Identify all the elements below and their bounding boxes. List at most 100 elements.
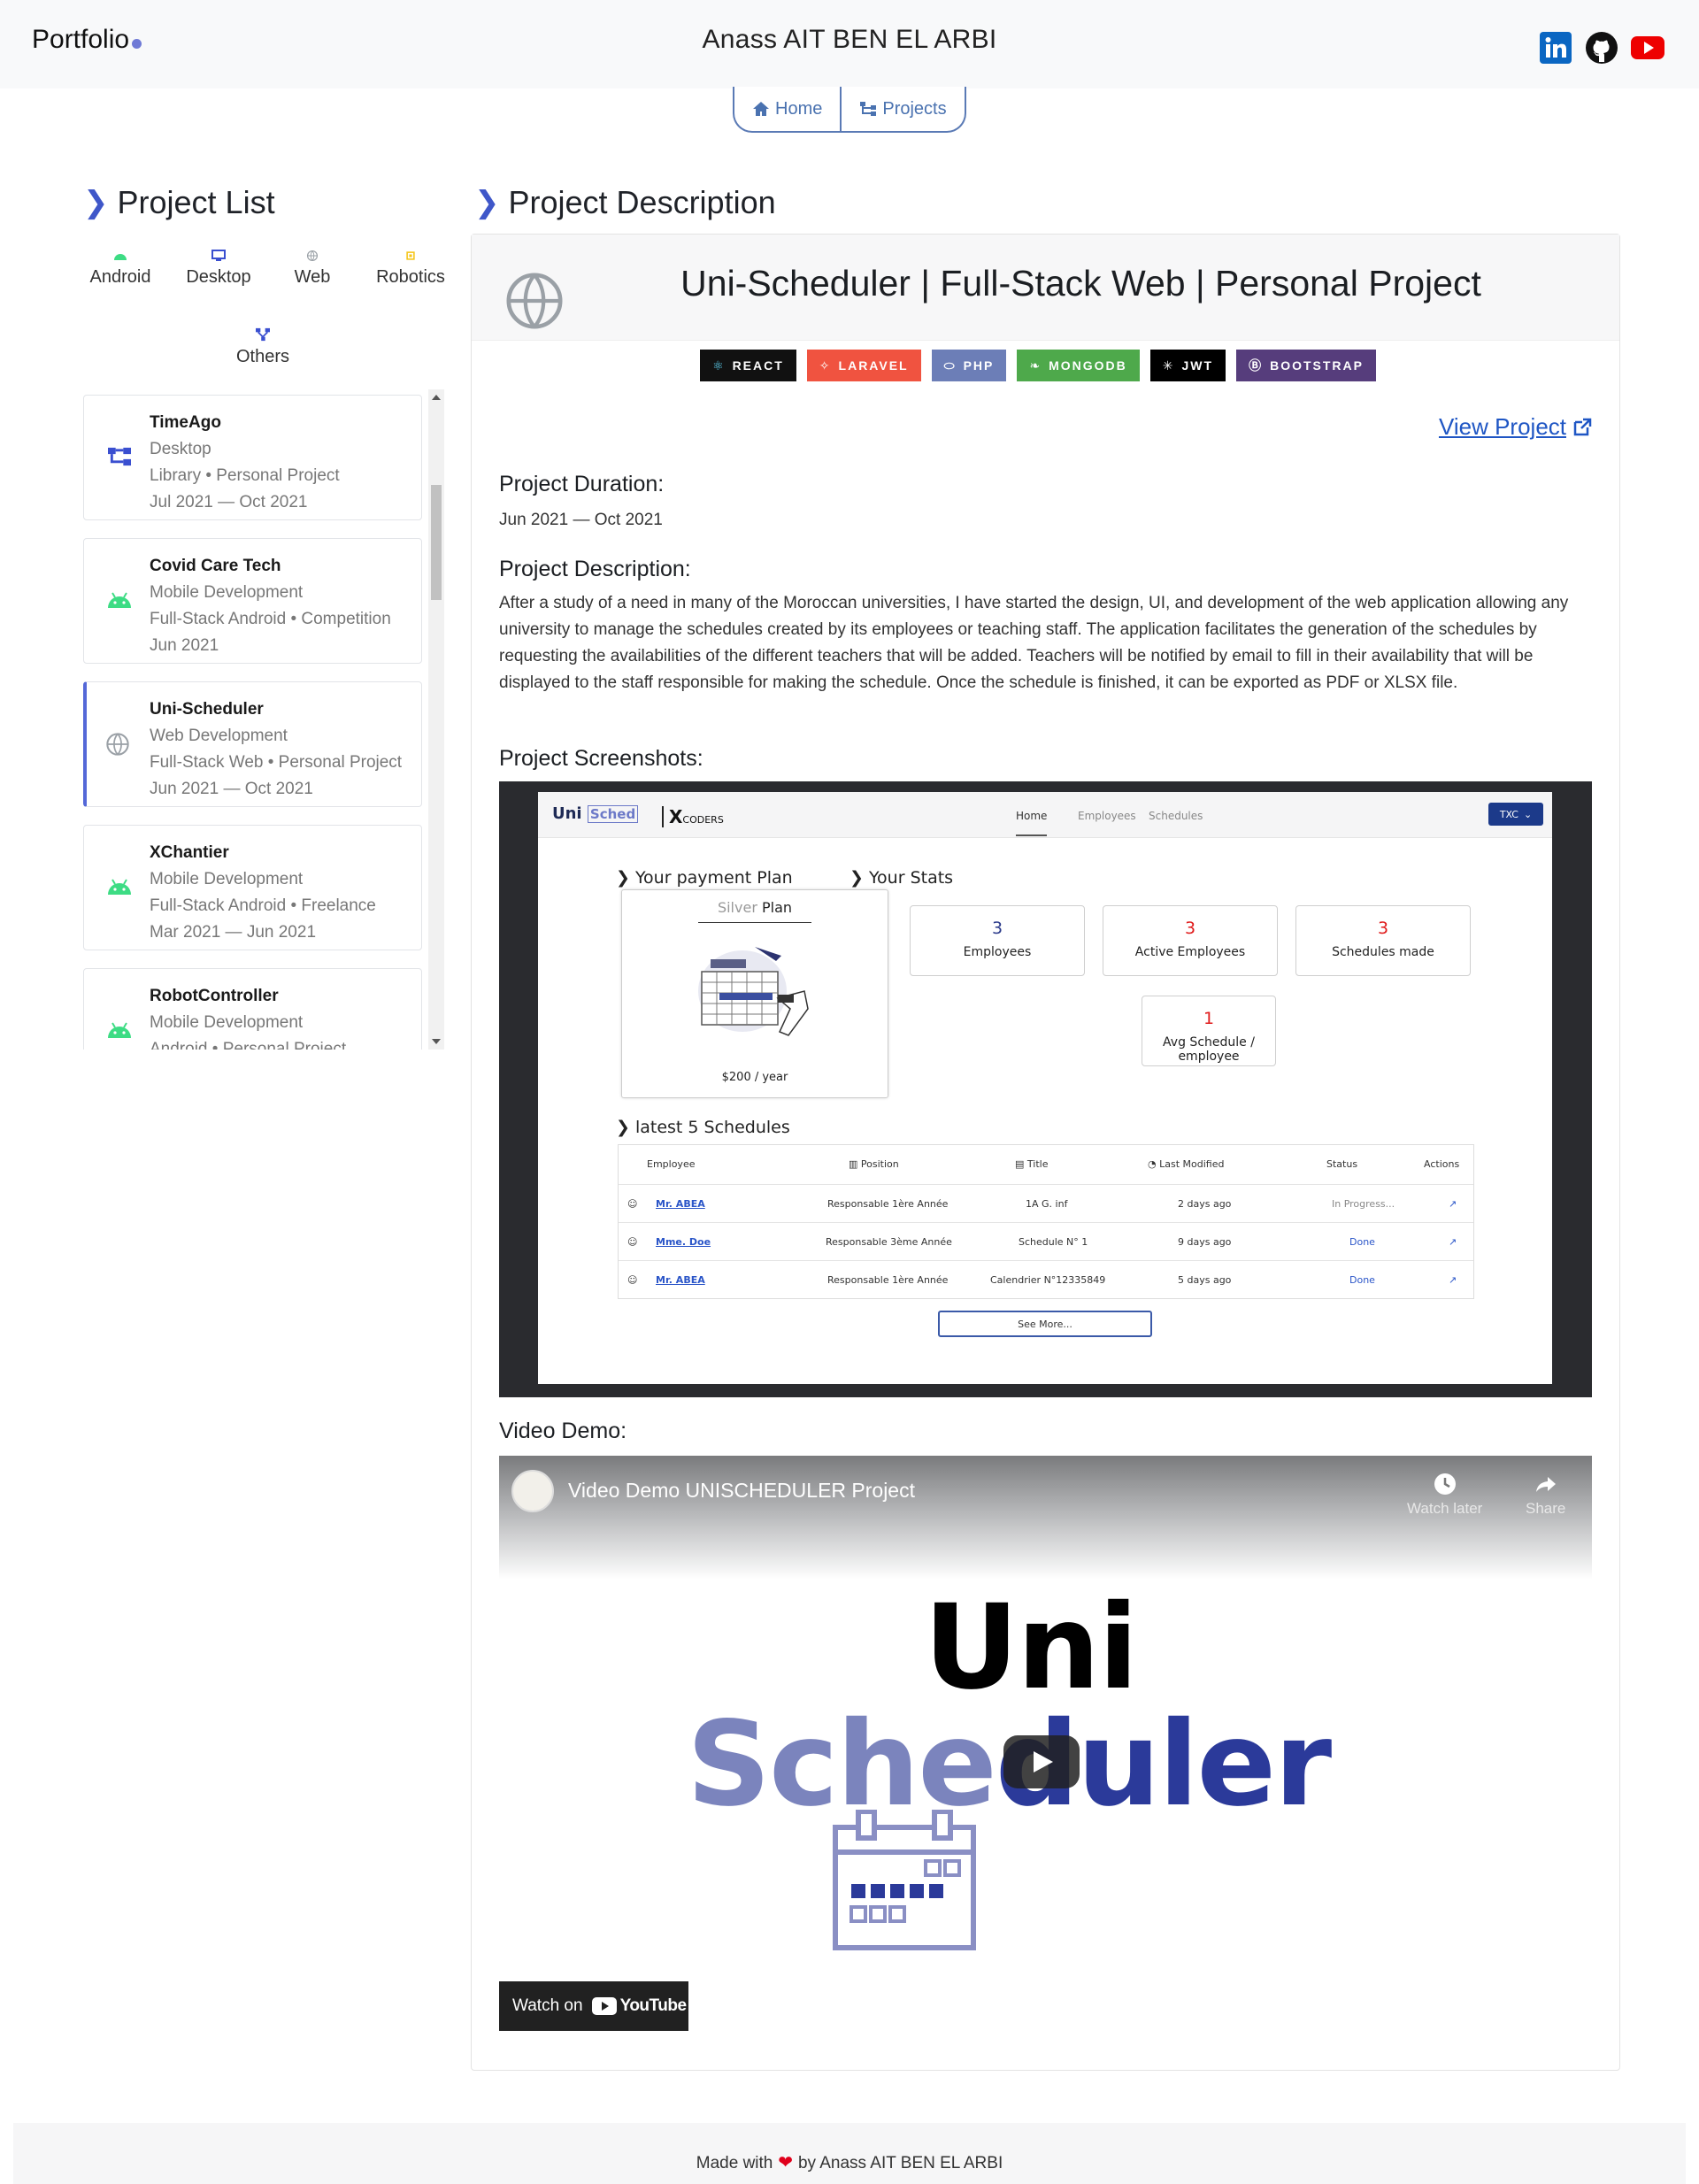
employee-link: Mme. Doe: [656, 1236, 711, 1248]
calendar-icon: [833, 1810, 976, 1950]
top-navbar: Portfolio Anass AIT BEN EL ARBI: [0, 0, 1699, 88]
table-header: Status: [1326, 1158, 1358, 1170]
watch-later-button[interactable]: Watch later: [1407, 1472, 1482, 1518]
projects-tab[interactable]: Projects: [840, 87, 964, 131]
status-cell: In Progress...: [1332, 1198, 1395, 1210]
project-card-xchantier[interactable]: XChantier Mobile Development Full-Stack …: [83, 825, 422, 950]
watch-on-youtube-button[interactable]: Watch on YouTube: [499, 1981, 688, 2031]
share-icon: [1535, 1477, 1556, 1492]
github-icon[interactable]: [1584, 30, 1619, 65]
modified-cell: 9 days ago: [1178, 1236, 1232, 1248]
employee-link: Mr. ABEA: [656, 1198, 705, 1210]
android-icon: [108, 879, 131, 895]
heart-icon: ❤: [778, 2153, 794, 2172]
share-button[interactable]: Share: [1526, 1472, 1565, 1518]
filter-android[interactable]: Android: [85, 250, 156, 288]
sitemap-icon: [108, 447, 131, 466]
duration-value: Jun 2021 — Oct 2021: [499, 511, 663, 529]
project-category: Mobile Development: [150, 870, 304, 888]
screenshot-nav-schedules: Schedules: [1149, 810, 1203, 822]
channel-avatar[interactable]: [511, 1470, 554, 1512]
project-detail-card: Uni-Scheduler | Full-Stack Web | Persona…: [471, 234, 1620, 2071]
screenshot-nav-employees: Employees: [1078, 810, 1136, 822]
title-cell: Schedule N° 1: [1019, 1236, 1088, 1248]
clock-icon: [1434, 1473, 1456, 1495]
table-row: ☺ Mr. ABEA Responsable 1ère Année Calend…: [619, 1260, 1473, 1298]
modified-cell: 5 days ago: [1178, 1274, 1232, 1286]
stat-label: Avg Schedule / employee: [1163, 1035, 1255, 1064]
php-badge: ⬭ PHP: [931, 350, 1007, 381]
project-card-text: RobotController Mobile Development Andro…: [150, 983, 346, 1050]
screenshots-label: Project Screenshots:: [499, 746, 703, 771]
filter-web[interactable]: Web: [281, 250, 343, 288]
user-icon: ☺: [627, 1274, 638, 1286]
project-card-covid-care-tech[interactable]: Covid Care Tech Mobile Development Full-…: [83, 538, 422, 664]
filter-web-label: Web: [294, 267, 331, 287]
globe-icon: [306, 250, 319, 262]
youtube-icon: [591, 1997, 617, 2015]
project-list-title: Project List: [117, 184, 275, 220]
table-header: Employee: [647, 1158, 696, 1170]
bootstrap-badge: Ⓑ BOOTSTRAP: [1236, 350, 1376, 381]
sitemap-icon: [256, 327, 270, 342]
stat-card-employees: 3 Employees: [910, 905, 1085, 976]
stat-label: Schedules made: [1332, 945, 1434, 959]
screenshot-stats-title: ❯ Your Stats: [850, 868, 954, 888]
laravel-badge: ✧ LARAVEL: [806, 350, 921, 381]
project-category: Web Development: [150, 727, 288, 745]
project-card-uni-scheduler[interactable]: Uni-Scheduler Web Development Full-Stack…: [83, 681, 422, 807]
screenshot-xcoders-logo: XCODERS: [662, 806, 724, 827]
stat-value: 3: [1377, 919, 1389, 938]
duration-label: Project Duration:: [499, 472, 665, 496]
watch-later-label: Watch later: [1407, 1500, 1483, 1517]
title-cell: Calendrier N°12335849: [990, 1274, 1106, 1286]
project-dates: Jun 2021: [150, 636, 219, 655]
filter-desktop[interactable]: Desktop: [179, 250, 258, 288]
project-name: XChantier: [150, 843, 229, 862]
project-description-heading: ❯ Project Description: [474, 184, 776, 221]
plan-divider: [698, 922, 811, 923]
user-icon: ☺: [627, 1236, 638, 1248]
filter-android-label: Android: [89, 267, 151, 287]
project-card-timeago[interactable]: TimeAgo Desktop Library • Personal Proje…: [83, 395, 422, 520]
site-owner-name: Anass AIT BEN EL ARBI: [702, 25, 997, 54]
project-list-scrollbar[interactable]: [428, 389, 444, 1050]
php-icon: ⬭: [943, 358, 957, 373]
description-text: After a study of a need in many of the M…: [499, 594, 1569, 692]
video-title[interactable]: Video Demo UNISCHEDULER Project: [568, 1479, 915, 1503]
stat-value: 3: [991, 919, 1003, 938]
project-dates: Jun 2021 — Oct 2021: [150, 780, 313, 798]
table-header: ▤ Title: [1015, 1158, 1049, 1170]
screenshot-logo: Uni Sched: [552, 804, 639, 823]
home-tab[interactable]: Home: [734, 87, 840, 131]
project-card-robotcontroller[interactable]: RobotController Mobile Development Andro…: [83, 968, 422, 1050]
project-list-heading: ❯ Project List: [83, 184, 275, 221]
scroll-down-arrow[interactable]: [432, 1039, 441, 1044]
project-screenshot[interactable]: Uni Sched XCODERS Home Employees Schedul…: [499, 781, 1592, 1397]
plan-price: $200 / year: [721, 1071, 788, 1084]
plan-title: Silver Plan: [717, 899, 793, 916]
project-card-text: Covid Care Tech Mobile Development Full-…: [150, 553, 391, 659]
external-link-icon: [1573, 418, 1592, 435]
table-header: ▥ Position: [849, 1158, 899, 1170]
video-embed[interactable]: Video Demo UNISCHEDULER Project Watch la…: [499, 1456, 1592, 2040]
screenshot-nav-home: Home: [1016, 810, 1048, 836]
chevron-right-icon: ❯: [83, 186, 109, 219]
scroll-thumb[interactable]: [431, 485, 442, 600]
user-icon: ☺: [627, 1198, 638, 1210]
jwt-icon: ✳: [1162, 358, 1175, 373]
project-type: Library • Personal Project: [150, 466, 340, 485]
linkedin-icon[interactable]: [1538, 30, 1573, 65]
filter-others[interactable]: Others: [223, 327, 303, 367]
stat-card-schedules-made: 3 Schedules made: [1295, 905, 1471, 976]
tech-badges: ⚛ REACT ✧ LARAVEL ⬭ PHP ❧ MONGODB ✳ JWT Ⓑ BOOT…: [700, 350, 1376, 381]
filter-robotics[interactable]: Robotics: [368, 250, 453, 288]
position-cell: Responsable 1ère Année: [827, 1198, 949, 1210]
stat-card-active-employees: 3 Active Employees: [1103, 905, 1278, 976]
position-cell: Responsable 3ème Année: [826, 1236, 952, 1248]
view-project-link[interactable]: View Project: [1439, 413, 1593, 441]
scroll-up-arrow[interactable]: [432, 395, 441, 400]
android-icon: [108, 1022, 131, 1038]
youtube-icon[interactable]: [1630, 30, 1665, 65]
play-button[interactable]: [1003, 1735, 1080, 1788]
